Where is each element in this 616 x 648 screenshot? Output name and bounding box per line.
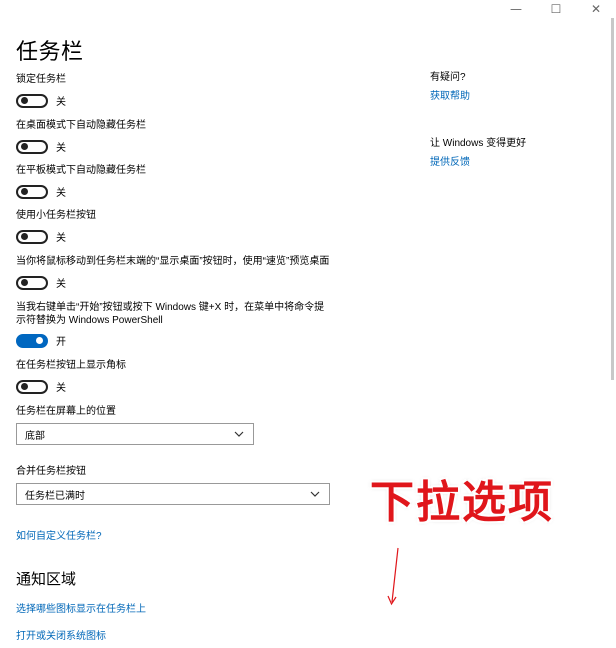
combine-label: 合并任务栏按钮: [16, 466, 86, 477]
customize-taskbar-link[interactable]: 如何自定义任务栏?: [16, 527, 102, 542]
setting-label-autohide-tablet: 在平板模式下自动隐藏任务栏: [16, 165, 146, 176]
toggle-autohide-desktop[interactable]: 关: [16, 139, 66, 154]
toggle-powershell[interactable]: 开: [16, 333, 66, 348]
feedback-link[interactable]: 提供反馈: [430, 153, 470, 168]
page-title: 任务栏: [16, 39, 84, 64]
minimize-icon[interactable]: —: [496, 0, 536, 18]
sidebar-improve: 让 Windows 变得更好: [430, 138, 527, 149]
setting-label-powershell-line2: 示符替换为 Windows PowerShell: [16, 315, 163, 326]
toggle-badges[interactable]: 关: [16, 379, 66, 394]
toggle-switch[interactable]: [16, 139, 48, 154]
toggle-state: 关: [56, 188, 66, 199]
toggle-switch[interactable]: [16, 275, 48, 290]
sidebar-question: 有疑问?: [430, 72, 466, 83]
toggle-switch[interactable]: [16, 184, 48, 199]
position-dropdown[interactable]: 底部: [16, 423, 254, 445]
close-icon[interactable]: ✕: [576, 0, 616, 18]
annotation-arrow-icon: [387, 547, 399, 606]
chevron-down-icon: [234, 431, 244, 437]
toggle-switch[interactable]: [16, 333, 48, 348]
maximize-icon[interactable]: ☐: [536, 0, 576, 18]
toggle-peek[interactable]: 关: [16, 275, 66, 290]
setting-label-lock-taskbar: 锁定任务栏: [16, 74, 66, 85]
toggle-switch[interactable]: [16, 229, 48, 244]
setting-label-small-buttons: 使用小任务栏按钮: [16, 210, 96, 221]
toggle-state: 关: [56, 143, 66, 154]
toggle-state: 开: [56, 337, 66, 348]
toggle-small-buttons[interactable]: 关: [16, 229, 66, 244]
select-icons-link[interactable]: 选择哪些图标显示在任务栏上: [16, 600, 146, 615]
position-value: 底部: [25, 430, 45, 442]
notification-section-title: 通知区域: [16, 571, 77, 588]
toggle-state: 关: [56, 279, 66, 290]
window-controls: — ☐ ✕: [496, 0, 616, 18]
toggle-switch[interactable]: [16, 93, 48, 108]
get-help-link[interactable]: 获取帮助: [430, 87, 470, 102]
setting-label-badges: 在任务栏按钮上显示角标: [16, 360, 126, 371]
chevron-down-icon: [310, 491, 320, 497]
toggle-state: 关: [56, 383, 66, 394]
scrollbar[interactable]: [611, 18, 614, 380]
toggle-state: 关: [56, 97, 66, 108]
toggle-autohide-tablet[interactable]: 关: [16, 184, 66, 199]
setting-label-powershell: 当我右键单击“开始”按钮或按下 Windows 键+X 时，在菜单中将命令提: [16, 302, 325, 313]
setting-label-peek: 当你将鼠标移动到任务栏末端的“显示桌面”按钮时，使用“速览”预览桌面: [16, 256, 330, 267]
combine-value: 任务栏已满时: [25, 490, 85, 502]
system-icons-link[interactable]: 打开或关闭系统图标: [16, 627, 106, 642]
toggle-lock-taskbar[interactable]: 关: [16, 93, 66, 108]
annotation-text: 下拉选项: [370, 477, 554, 528]
setting-label-autohide-desktop: 在桌面模式下自动隐藏任务栏: [16, 120, 146, 131]
toggle-state: 关: [56, 233, 66, 244]
combine-dropdown[interactable]: 任务栏已满时: [16, 483, 330, 505]
position-label: 任务栏在屏幕上的位置: [16, 406, 116, 417]
toggle-switch[interactable]: [16, 379, 48, 394]
